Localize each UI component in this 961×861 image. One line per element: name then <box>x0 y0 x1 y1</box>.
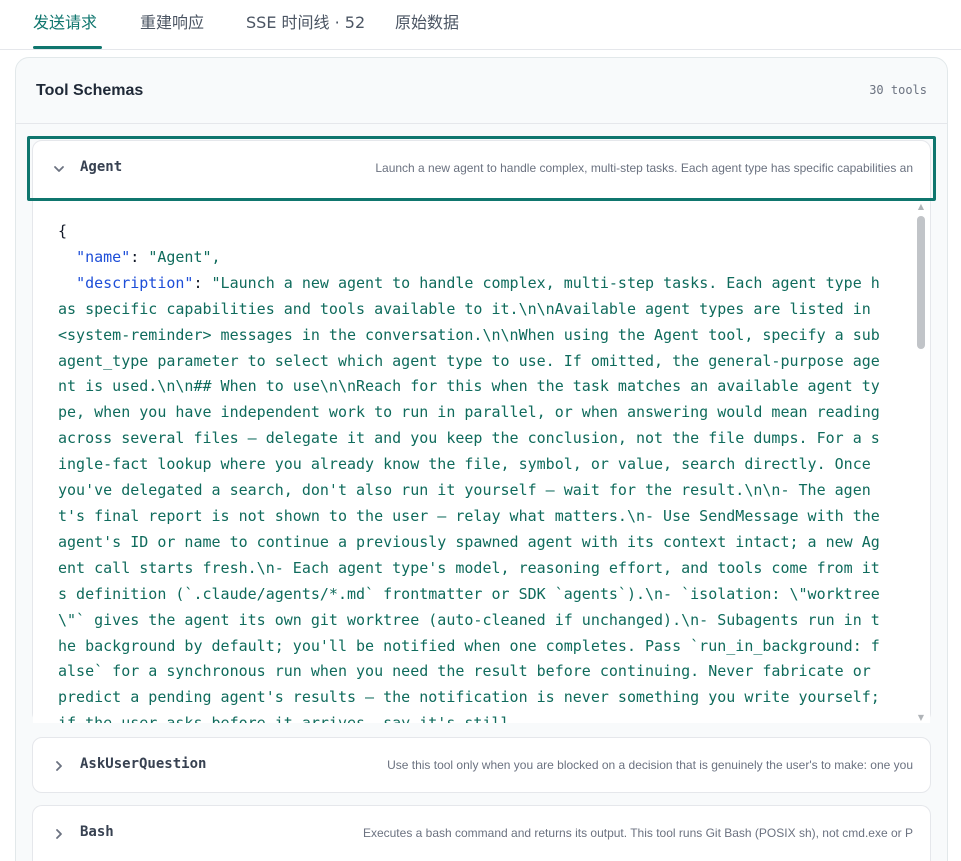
tool-item-bash: Bash Executes a bash command and returns… <box>32 805 931 861</box>
tool-header-askuserquestion[interactable]: AskUserQuestion Use this tool only when … <box>33 738 930 794</box>
tool-description: Launch a new agent to handle complex, mu… <box>375 161 913 175</box>
chevron-right-icon <box>51 826 67 842</box>
scroll-down-arrow-icon[interactable]: ▼ <box>917 714 925 722</box>
chevron-right-icon <box>51 758 67 774</box>
tab-send-request[interactable]: 发送请求 <box>33 12 97 34</box>
json-value-description: "Launch a new agent to handle complex, m… <box>58 273 880 723</box>
code-scrollbar[interactable]: ▲ ▼ <box>916 201 926 723</box>
tool-count-badge: 30 tools <box>869 83 927 97</box>
tab-rebuild-response[interactable]: 重建响应 <box>140 12 204 34</box>
tool-name: Agent <box>80 159 123 175</box>
tool-header-bash[interactable]: Bash Executes a bash command and returns… <box>33 806 930 861</box>
panel-title: Tool Schemas <box>36 82 144 99</box>
json-key-name: "name" <box>76 247 131 266</box>
active-tab-indicator <box>33 46 102 49</box>
tool-name: Bash <box>80 824 114 840</box>
tool-description: Use this tool only when you are blocked … <box>387 758 913 772</box>
tool-item-askuserquestion: AskUserQuestion Use this tool only when … <box>32 737 931 793</box>
schema-code-viewer[interactable]: { "name": "Agent", "description": "Launc… <box>33 200 930 723</box>
panel-header: Tool Schemas 30 tools <box>16 58 947 124</box>
tab-bar: 发送请求 重建响应 SSE 时间线 · 52 原始数据 <box>0 0 961 50</box>
scrollbar-thumb[interactable] <box>917 216 925 349</box>
chevron-down-icon <box>51 161 67 177</box>
schema-json: { "name": "Agent", "description": "Launc… <box>58 219 888 723</box>
json-key-description: "description" <box>76 273 194 292</box>
json-open-brace: { <box>58 222 68 240</box>
tool-description: Executes a bash command and returns its … <box>362 826 913 840</box>
tool-header-agent[interactable]: Agent Launch a new agent to handle compl… <box>33 141 930 197</box>
tab-raw-data[interactable]: 原始数据 <box>395 12 459 34</box>
scroll-up-arrow-icon[interactable]: ▲ <box>917 203 925 211</box>
tab-sse-timeline[interactable]: SSE 时间线 · 52 <box>246 12 365 34</box>
json-value-name: "Agent", <box>148 247 221 266</box>
tool-name: AskUserQuestion <box>80 756 207 772</box>
